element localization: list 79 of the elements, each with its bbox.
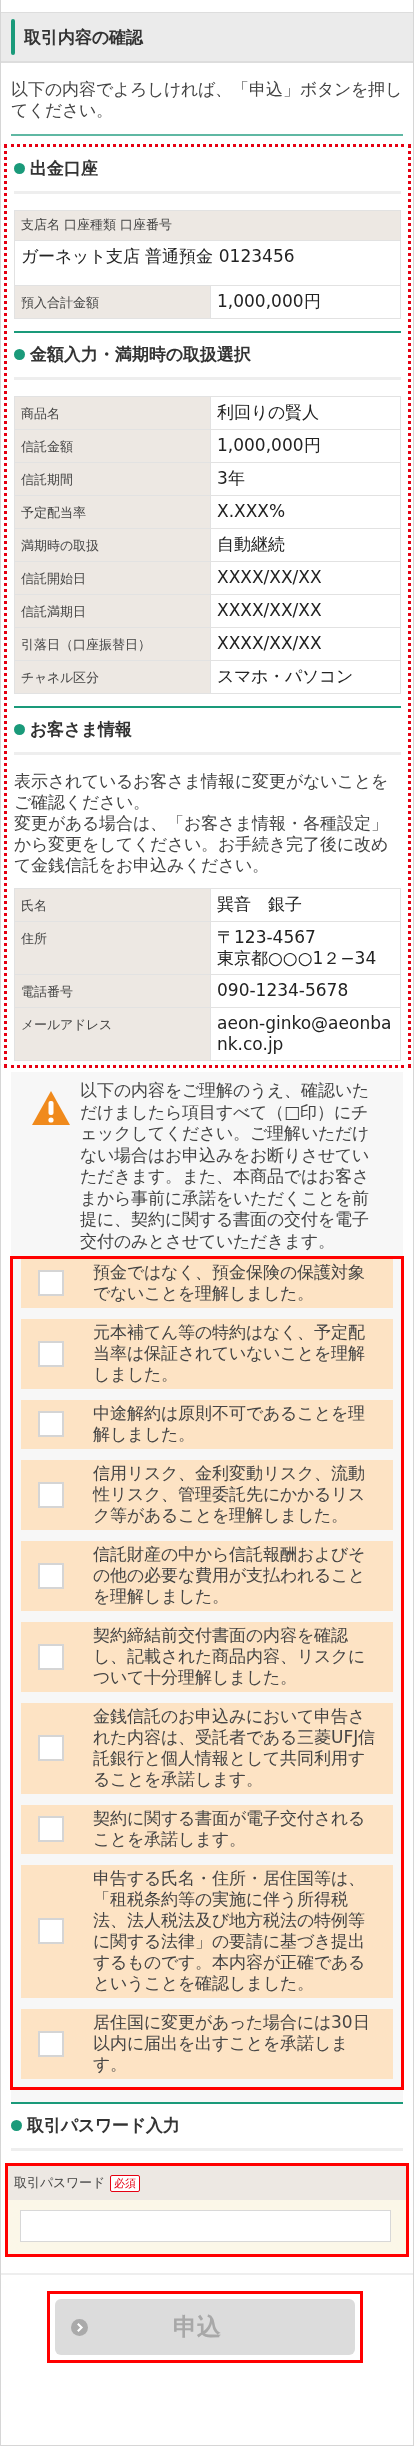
table-cell: XXXX/XX/XX bbox=[210, 561, 401, 595]
note-text: 表示されているお客さま情報に変更がないことをご確認ください。 bbox=[14, 771, 389, 813]
agreement-item[interactable]: 居住国に変更があった場合には30日以内に届出を出すことを承諾します。 bbox=[21, 2009, 393, 2079]
agreement-text: 信用リスク、金利変動リスク、流動性リスク、管理委託先にかかるリスク等があることを理解しました。 bbox=[93, 1463, 366, 1526]
password-field[interactable] bbox=[20, 2210, 391, 2242]
checkbox[interactable] bbox=[38, 1562, 64, 1589]
agreement-item[interactable]: 元本補てん等の特約はなく、予定配当率は保証されていないことを理解しました。 bbox=[21, 1319, 393, 1389]
required-badge: 必須 bbox=[110, 2174, 140, 2192]
agreement-text: 金銭信託のお申込みにおいて申告された内容は、受託者である三菱UFJ信託銀行と個人情報として共同利用することを承諾します。 bbox=[93, 1706, 377, 1790]
agreement-text: 預金ではなく、預金保険の保護対象でないことを理解しました。 bbox=[93, 1262, 366, 1304]
agreement-item[interactable]: 契約に関する書面が電子交付されることを承諾します。 bbox=[21, 1805, 393, 1854]
table-cell: 住所 bbox=[14, 921, 211, 975]
table-cell: 満期時の取扱 bbox=[14, 528, 211, 562]
table-cell: メールアドレス bbox=[14, 1007, 211, 1061]
checkbox[interactable] bbox=[38, 1816, 64, 1842]
section-title: 出金口座 bbox=[30, 157, 98, 180]
section-title: 金額入力・満期時の取扱選択 bbox=[30, 343, 251, 366]
table-cell: aeon-ginko@aeonbank.co.jp bbox=[210, 1007, 401, 1061]
warning-icon bbox=[31, 1090, 71, 1126]
bullet-icon bbox=[14, 163, 25, 174]
agreement-item[interactable]: 預金ではなく、預金保険の保護対象でないことを理解しました。 bbox=[21, 1259, 393, 1308]
table-cell: 利回りの賢人 bbox=[210, 396, 401, 430]
table-cell: 〒123-4567 東京都○○○1２−34 bbox=[210, 921, 401, 975]
table-cell: 090-1234-5678 bbox=[210, 974, 401, 1008]
agreement-item[interactable]: 金銭信託のお申込みにおいて申告された内容は、受託者である三菱UFJ信託銀行と個人情報として共同利用することを承諾します。 bbox=[21, 1703, 393, 1794]
agreement-text: 申告する氏名・住所・居住国等は、「租税条約等の実施に伴う所得税法、法人税法及び地方税法の特例等に関する法律」の要請に基づき提出するものです。本内容が正確であるということを確認しました。 bbox=[93, 1868, 366, 1994]
section-title: 取引パスワード入力 bbox=[27, 2114, 180, 2137]
table-cell: X.XXX% bbox=[210, 495, 401, 529]
table-cell: 1,000,000円 bbox=[210, 285, 401, 319]
checkbox[interactable] bbox=[38, 1411, 64, 1437]
table-cell: 信託金額 bbox=[14, 429, 211, 463]
table-cell: 信託開始日 bbox=[14, 561, 211, 595]
agreement-text: 信託財産の中から信託報酬およびその他の必要な費用が支払われることを理解しました。 bbox=[93, 1544, 366, 1607]
checkbox[interactable] bbox=[38, 1735, 64, 1761]
checkbox[interactable] bbox=[38, 1918, 64, 1944]
table-cell: 氏名 bbox=[14, 888, 211, 922]
agreement-item[interactable]: 信託財産の中から信託報酬およびその他の必要な費用が支払われることを理解しました。 bbox=[21, 1541, 393, 1611]
accent-bar bbox=[11, 19, 15, 55]
table-cell: 巽音 銀子 bbox=[210, 888, 401, 922]
agreement-item[interactable]: 中途解約は原則不可であることを理解しました。 bbox=[21, 1400, 393, 1449]
agreement-text: 契約締結前交付書面の内容を確認し、記載された商品内容、リスクについて十分理解しました。 bbox=[93, 1625, 366, 1688]
table-cell: 自動継続 bbox=[210, 528, 401, 562]
agreement-text: 契約に関する書面が電子交付されることを承諾します。 bbox=[93, 1808, 366, 1850]
chevron-icon bbox=[71, 2318, 88, 2336]
table-cell: ガーネット支店 普通預金 0123456 bbox=[14, 240, 401, 286]
table-cell: 引落日（口座振替日） bbox=[14, 627, 211, 661]
warning-text: 以下の内容をご理解のうえ、確認いただけましたら項目すべて（□印）にチェックしてください。ご理解いただけない場合はお申込みをお断りさせていただきます。また、本商品ではお客さまから事前に承諾をいただくことを前提に、契約に関する書面の交付を電子交付のみとさせていただきます。 bbox=[80, 1080, 370, 1252]
bullet-icon bbox=[14, 724, 25, 735]
checkbox[interactable] bbox=[38, 1340, 64, 1367]
checkbox[interactable] bbox=[38, 2030, 64, 2057]
table-cell: 3年 bbox=[210, 462, 401, 496]
table-cell: 商品名 bbox=[14, 396, 211, 430]
section-title: お客さま情報 bbox=[30, 718, 132, 741]
checkbox[interactable] bbox=[38, 1643, 64, 1670]
table-cell: チャネル区分 bbox=[14, 660, 211, 694]
table-cell: XXXX/XX/XX bbox=[210, 627, 401, 661]
field-label: 取引パスワード bbox=[14, 2174, 105, 2192]
table-cell: XXXX/XX/XX bbox=[210, 594, 401, 628]
table-cell: 支店名 口座種類 口座番号 bbox=[14, 210, 401, 241]
agreement-text: 中途解約は原則不可であることを理解しました。 bbox=[93, 1403, 366, 1445]
table-cell: スマホ・パソコン bbox=[210, 660, 401, 694]
page-title: 取引内容の確認 bbox=[24, 25, 143, 49]
checkbox[interactable] bbox=[38, 1481, 64, 1508]
agreement-item[interactable]: 契約締結前交付書面の内容を確認し、記載された商品内容、リスクについて十分理解しました。 bbox=[21, 1622, 393, 1692]
bullet-icon bbox=[11, 2120, 22, 2131]
intro-text: 以下の内容でよろしければ、「申込」ボタンを押してください。 bbox=[11, 79, 403, 136]
agreement-text: 居住国に変更があった場合には30日以内に届出を出すことを承諾します。 bbox=[93, 2012, 371, 2075]
bullet-icon bbox=[14, 349, 25, 360]
table-cell: 電話番号 bbox=[14, 974, 211, 1008]
checkbox[interactable] bbox=[38, 1270, 64, 1296]
agreement-item[interactable]: 申告する氏名・住所・居住国等は、「租税条約等の実施に伴う所得税法、法人税法及び地方税法の特例等に関する法律」の要請に基づき提出するものです。本内容が正確であるということを確認しました。 bbox=[21, 1865, 393, 1998]
agreement-text: 元本補てん等の特約はなく、予定配当率は保証されていないことを理解しました。 bbox=[93, 1322, 366, 1385]
table-cell: 預入合計金額 bbox=[14, 285, 211, 319]
table-cell: 信託満期日 bbox=[14, 594, 211, 628]
table-cell: 信託期間 bbox=[14, 462, 211, 496]
agreement-item[interactable]: 信用リスク、金利変動リスク、流動性リスク、管理委託先にかかるリスク等があることを理解しました。 bbox=[21, 1460, 393, 1530]
table-cell: 予定配当率 bbox=[14, 495, 211, 529]
table-cell: 1,000,000円 bbox=[210, 429, 401, 463]
note-text: 変更がある場合は、「お客さま情報・各種設定」から変更をしてください。お手続き完了後に改めて金銭信託をお申込みください。 bbox=[14, 813, 389, 876]
